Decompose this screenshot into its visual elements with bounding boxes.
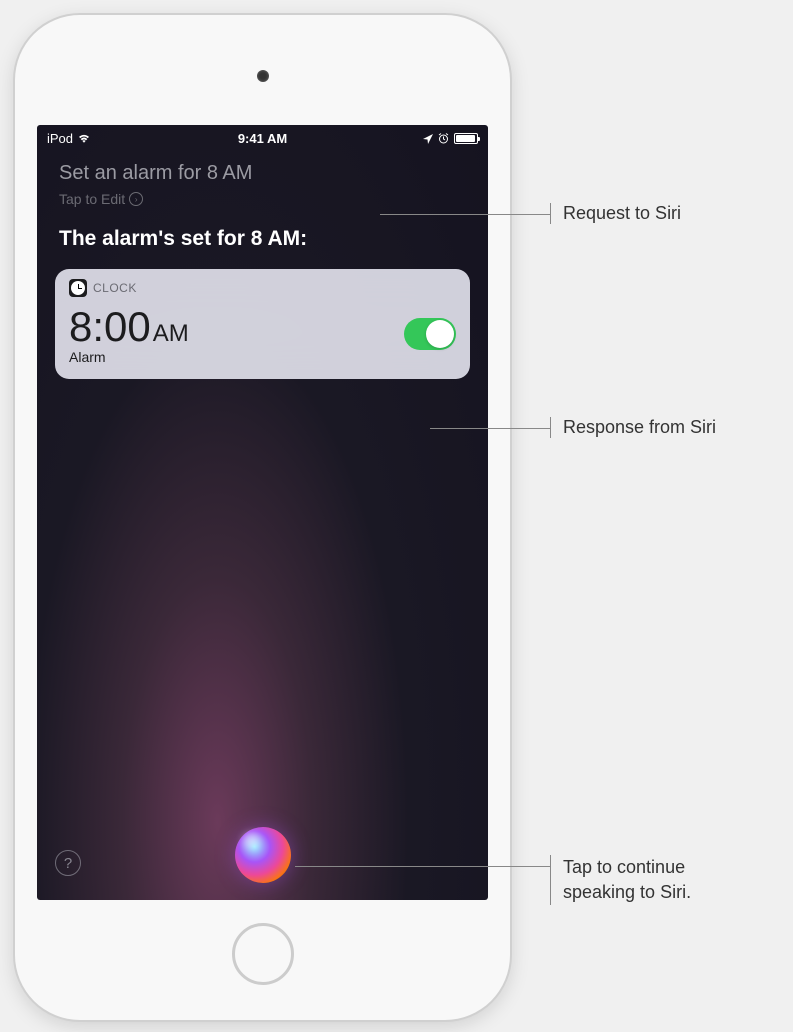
alarm-status-icon [438,133,449,144]
alarm-time-wrap: 8:00AM Alarm [69,303,189,365]
camera-dot [257,70,269,82]
siri-content: Set an alarm for 8 AM Tap to Edit › The … [37,150,488,391]
alarm-toggle[interactable] [404,318,456,350]
callout-line [295,866,550,867]
help-icon: ? [64,855,72,872]
home-button[interactable] [232,923,294,985]
card-app-label: CLOCK [93,281,137,295]
carrier-label: iPod [47,131,73,146]
help-button[interactable]: ? [55,850,81,876]
siri-orb-button[interactable] [235,827,291,883]
battery-icon [454,133,478,144]
toggle-knob [426,320,454,348]
callout-continue: Tap to continue speaking to Siri. [550,855,760,905]
alarm-row: 8:00AM Alarm [69,303,456,365]
callout-line [430,428,550,429]
status-right [423,133,478,144]
location-icon [423,134,433,144]
status-bar: iPod 9:41 AM [37,125,488,150]
alarm-time-digits: 8:00 [69,303,151,350]
tap-to-edit-button[interactable]: Tap to Edit › [59,191,470,207]
clock-app-icon [69,279,87,297]
clock-card[interactable]: CLOCK 8:00AM Alarm [55,269,470,379]
bottom-bar: ? [37,820,488,900]
alarm-time-ampm: AM [153,320,189,347]
siri-response-text: The alarm's set for 8 AM: [59,227,470,251]
callout-request: Request to Siri [550,203,681,224]
card-header: CLOCK [69,279,456,297]
status-left: iPod [47,131,91,146]
wifi-icon [77,134,91,144]
alarm-time: 8:00AM [69,303,189,351]
alarm-sublabel: Alarm [69,349,189,365]
callout-response: Response from Siri [550,417,716,438]
device-frame: iPod 9:41 AM S [15,15,510,1020]
tap-to-edit-label: Tap to Edit [59,191,125,207]
callout-line [380,214,550,215]
user-request-text: Set an alarm for 8 AM [59,162,470,185]
screen: iPod 9:41 AM S [37,125,488,900]
status-time: 9:41 AM [238,131,287,146]
chevron-right-icon: › [129,192,143,206]
